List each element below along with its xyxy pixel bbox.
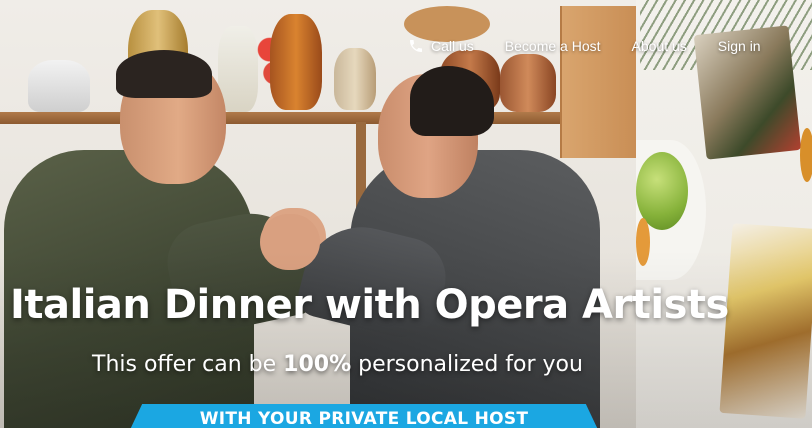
subtitle-post: personalized for you — [351, 352, 583, 377]
become-host-link[interactable]: Become a Host — [505, 38, 601, 54]
top-nav: Call us Become a Host About us Sign in — [408, 36, 761, 56]
phone-icon — [410, 40, 422, 52]
sign-in-link[interactable]: Sign in — [718, 38, 761, 54]
man-right-hair — [410, 66, 494, 136]
subtitle-pre: This offer can be — [92, 352, 284, 377]
subtitle-highlight: 100% — [283, 352, 352, 377]
page-title: Italian Dinner with Opera Artists — [10, 282, 729, 328]
page-subtitle: This offer can be 100% personalized for … — [92, 352, 583, 377]
pear — [800, 128, 812, 182]
call-us-link[interactable]: Call us — [408, 38, 474, 54]
man-left-hair — [116, 50, 212, 98]
text-shade — [0, 250, 812, 428]
call-us-label: Call us — [431, 38, 474, 54]
private-host-button[interactable]: WITH YOUR PRIVATE LOCAL HOST — [128, 404, 600, 428]
about-us-link[interactable]: About us — [632, 38, 687, 54]
